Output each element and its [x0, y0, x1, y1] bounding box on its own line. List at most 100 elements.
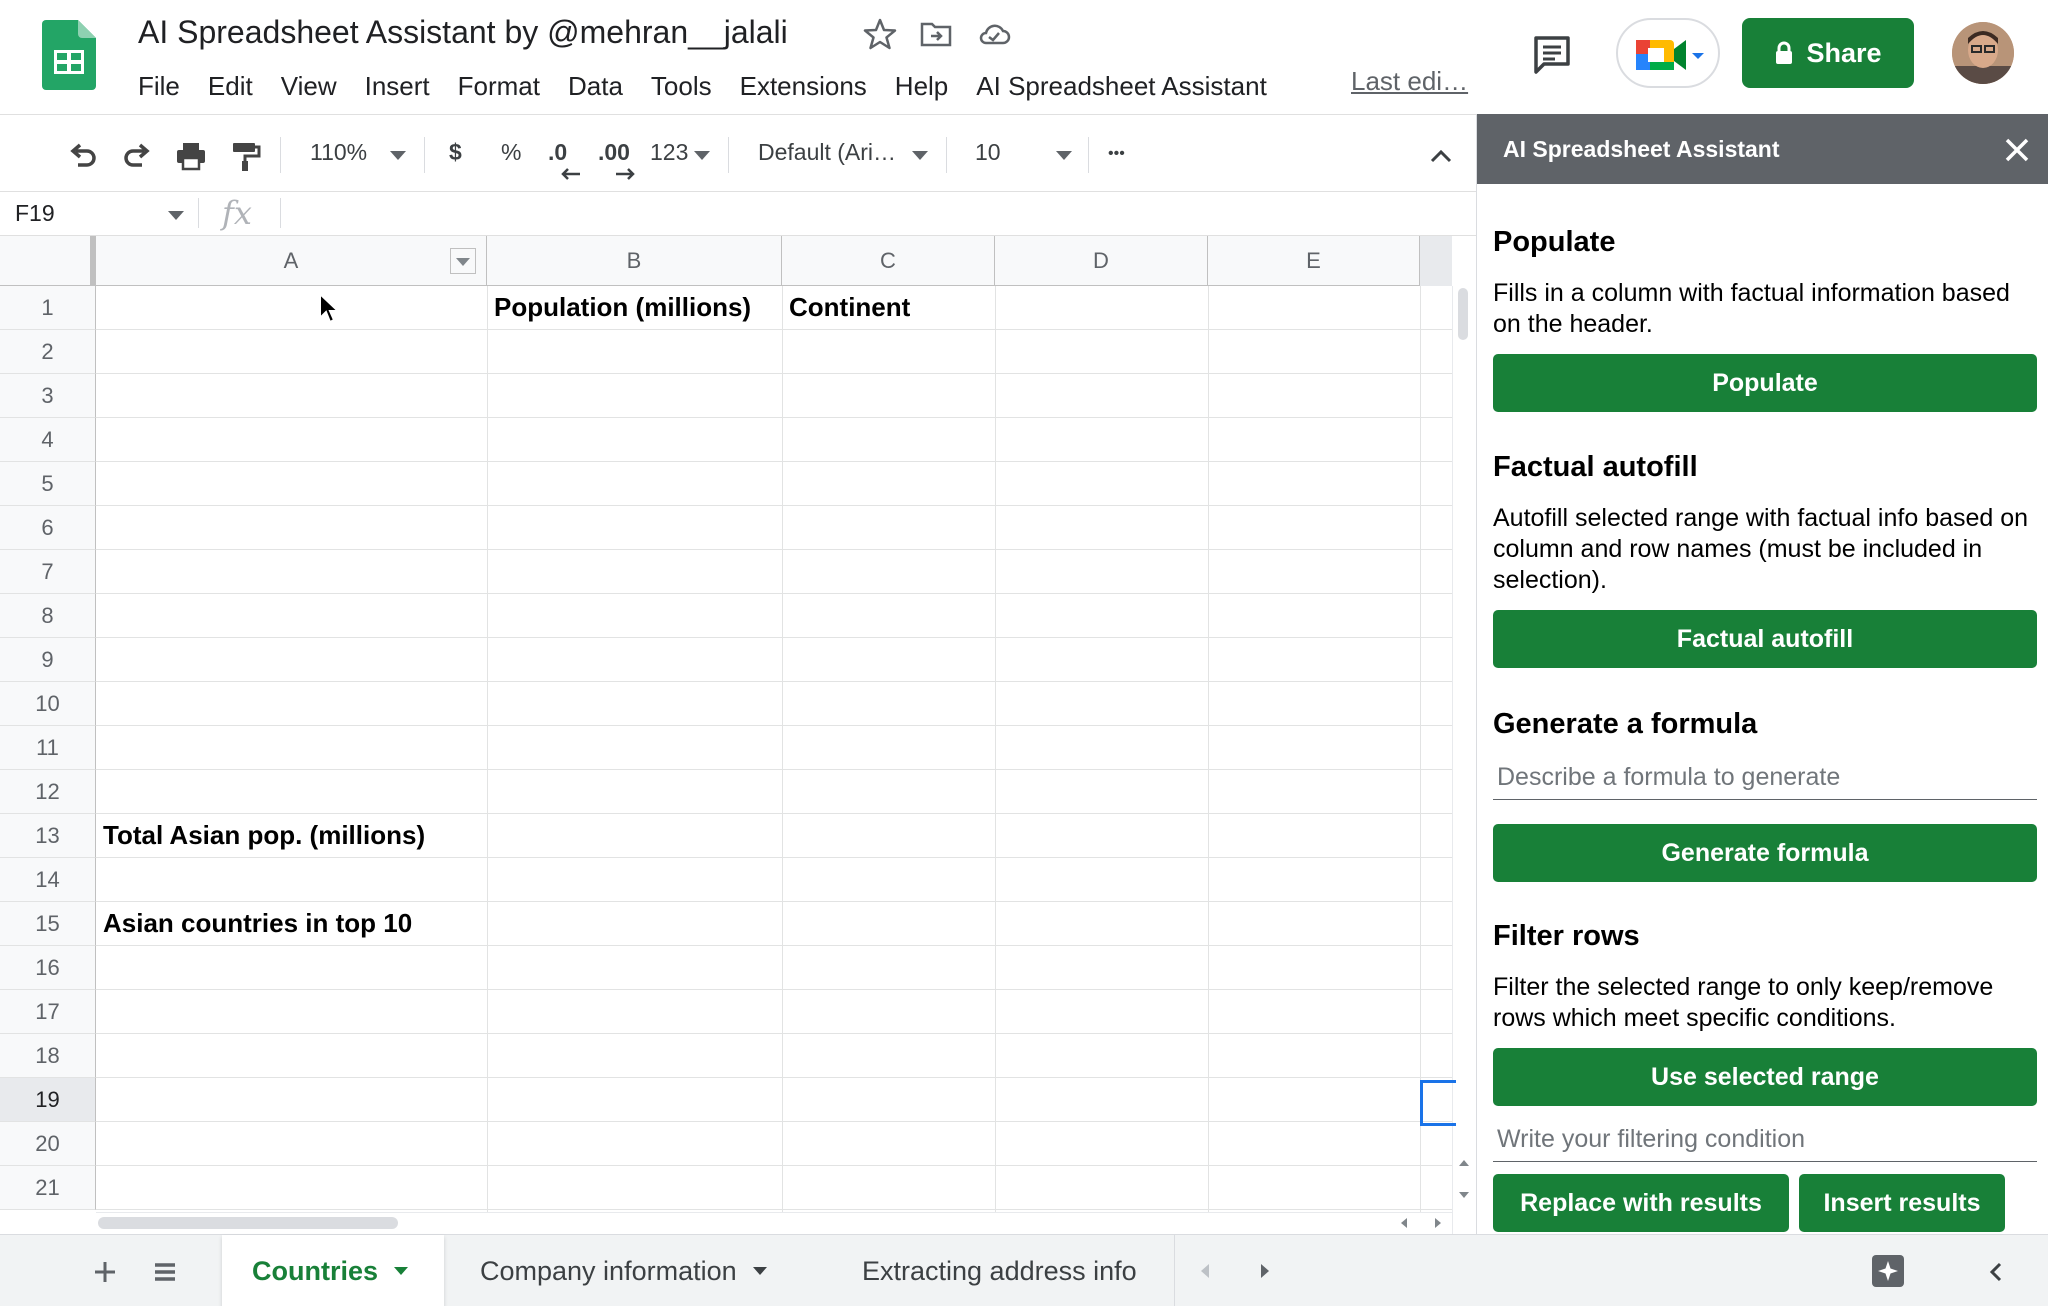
replace-with-results-button[interactable]: Replace with results [1493, 1174, 1789, 1232]
move-to-folder-icon[interactable] [918, 16, 954, 52]
row-header-16[interactable]: 16 [0, 946, 96, 990]
all-sheets-icon[interactable] [150, 1257, 180, 1287]
comments-icon[interactable] [1528, 30, 1576, 78]
scroll-tabs-right-icon[interactable] [1252, 1259, 1276, 1283]
row-header-8[interactable]: 8 [0, 594, 96, 638]
cloud-status-icon[interactable] [976, 16, 1012, 52]
decrease-decimal-button[interactable]: .0 [548, 139, 567, 166]
star-icon[interactable] [862, 16, 898, 52]
increase-decimal-button[interactable]: .00 [598, 139, 630, 166]
cell-a15[interactable]: Asian countries in top 10 [103, 908, 412, 939]
scroll-left-icon[interactable] [1396, 1214, 1414, 1232]
sheets-logo-icon[interactable] [42, 20, 96, 90]
meet-button[interactable] [1616, 18, 1720, 88]
row-header-14[interactable]: 14 [0, 858, 96, 902]
menu-ai-assistant[interactable]: AI Spreadsheet Assistant [962, 71, 1281, 102]
menu-insert[interactable]: Insert [351, 71, 444, 102]
tab-countries[interactable]: Countries [222, 1235, 444, 1306]
explore-icon[interactable] [1870, 1253, 1906, 1289]
horizontal-scrollbar-thumb[interactable] [98, 1217, 398, 1229]
select-all-corner[interactable] [0, 236, 96, 286]
column-filter-button[interactable] [450, 248, 476, 274]
document-title[interactable]: AI Spreadsheet Assistant by @mehran__jal… [138, 14, 788, 51]
menu-format[interactable]: Format [444, 71, 554, 102]
row-header-2[interactable]: 2 [0, 330, 96, 374]
row-header-11[interactable]: 11 [0, 726, 96, 770]
row-header-10[interactable]: 10 [0, 682, 96, 726]
last-edit-link[interactable]: Last edi… [1351, 66, 1468, 97]
row-header-4[interactable]: 4 [0, 418, 96, 462]
collapse-toolbar-icon[interactable] [1424, 139, 1458, 173]
scroll-up-icon[interactable] [1455, 1156, 1473, 1170]
row-header-15[interactable]: 15 [0, 902, 96, 946]
row-header-17[interactable]: 17 [0, 990, 96, 1034]
menu-file[interactable]: File [124, 71, 194, 102]
print-icon[interactable] [174, 139, 208, 173]
tab-extracting-address-info[interactable]: Extracting address info [832, 1235, 1172, 1306]
column-header-d[interactable]: D [995, 236, 1208, 286]
currency-format-button[interactable]: $ [449, 139, 462, 166]
redo-icon[interactable] [120, 139, 154, 173]
cell-b1[interactable]: Population (millions) [494, 292, 751, 323]
toolbar-separator [946, 137, 947, 173]
vertical-scrollbar-thumb[interactable] [1458, 288, 1468, 340]
scroll-tabs-left-icon[interactable] [1194, 1259, 1218, 1283]
tab-company-information[interactable]: Company information [450, 1235, 804, 1306]
name-box-caret-icon[interactable] [168, 211, 184, 220]
font-family-select[interactable]: Default (Ari… [758, 139, 896, 166]
menu-edit[interactable]: Edit [194, 71, 267, 102]
row-header-1[interactable]: 1 [0, 286, 96, 330]
menu-view[interactable]: View [267, 71, 351, 102]
row-header-21[interactable]: 21 [0, 1166, 96, 1210]
row-header-12[interactable]: 12 [0, 770, 96, 814]
filter-condition-input[interactable]: Write your filtering condition [1493, 1118, 2037, 1162]
menu-data[interactable]: Data [554, 71, 637, 102]
menu-tools[interactable]: Tools [637, 71, 726, 102]
use-selected-range-button[interactable]: Use selected range [1493, 1048, 2037, 1106]
column-header-b[interactable]: B [487, 236, 782, 286]
name-box[interactable]: F19 [15, 200, 55, 227]
font-family-caret-icon[interactable] [912, 151, 928, 160]
generate-formula-button[interactable]: Generate formula [1493, 824, 2037, 882]
formula-description-input[interactable]: Describe a formula to generate [1493, 756, 2037, 800]
row-header-19[interactable]: 19 [0, 1078, 96, 1122]
add-sheet-icon[interactable] [90, 1257, 120, 1287]
percent-format-button[interactable]: % [501, 139, 521, 166]
factual-autofill-button[interactable]: Factual autofill [1493, 610, 2037, 668]
scroll-down-icon[interactable] [1455, 1188, 1473, 1202]
row-header-6[interactable]: 6 [0, 506, 96, 550]
column-header-c[interactable]: C [782, 236, 995, 286]
menu-help[interactable]: Help [881, 71, 962, 102]
scroll-right-icon[interactable] [1428, 1214, 1446, 1232]
row-header-5[interactable]: 5 [0, 462, 96, 506]
zoom-caret-icon[interactable] [390, 151, 406, 160]
font-size-caret-icon[interactable] [1056, 151, 1072, 160]
column-header-e[interactable]: E [1208, 236, 1420, 286]
insert-results-button[interactable]: Insert results [1799, 1174, 2005, 1232]
font-size-select[interactable]: 10 [975, 139, 1001, 166]
show-side-panel-icon[interactable] [1984, 1259, 2010, 1285]
row-header-9[interactable]: 9 [0, 638, 96, 682]
paint-format-icon[interactable] [228, 139, 262, 173]
tab-caret-icon[interactable] [752, 1267, 767, 1275]
row-header-3[interactable]: 3 [0, 374, 96, 418]
share-button[interactable]: Share [1742, 18, 1914, 88]
row-header-20[interactable]: 20 [0, 1122, 96, 1166]
number-format-caret-icon[interactable] [694, 151, 710, 160]
avatar[interactable] [1952, 22, 2014, 84]
undo-icon[interactable] [66, 139, 100, 173]
more-options-button[interactable]: ••• [1108, 145, 1125, 163]
zoom-select[interactable]: 110% [310, 139, 367, 166]
column-header-a[interactable]: A [96, 236, 487, 286]
selected-cell-f19[interactable] [1420, 1080, 1456, 1126]
cell-c1[interactable]: Continent [789, 292, 910, 323]
close-icon[interactable] [2003, 136, 2031, 164]
row-header-18[interactable]: 18 [0, 1034, 96, 1078]
populate-button[interactable]: Populate [1493, 354, 2037, 412]
menu-extensions[interactable]: Extensions [726, 71, 881, 102]
row-header-7[interactable]: 7 [0, 550, 96, 594]
row-header-13[interactable]: 13 [0, 814, 96, 858]
cell-a13[interactable]: Total Asian pop. (millions) [103, 820, 425, 851]
tab-caret-icon[interactable] [394, 1267, 409, 1275]
number-format-select[interactable]: 123 [650, 139, 688, 166]
